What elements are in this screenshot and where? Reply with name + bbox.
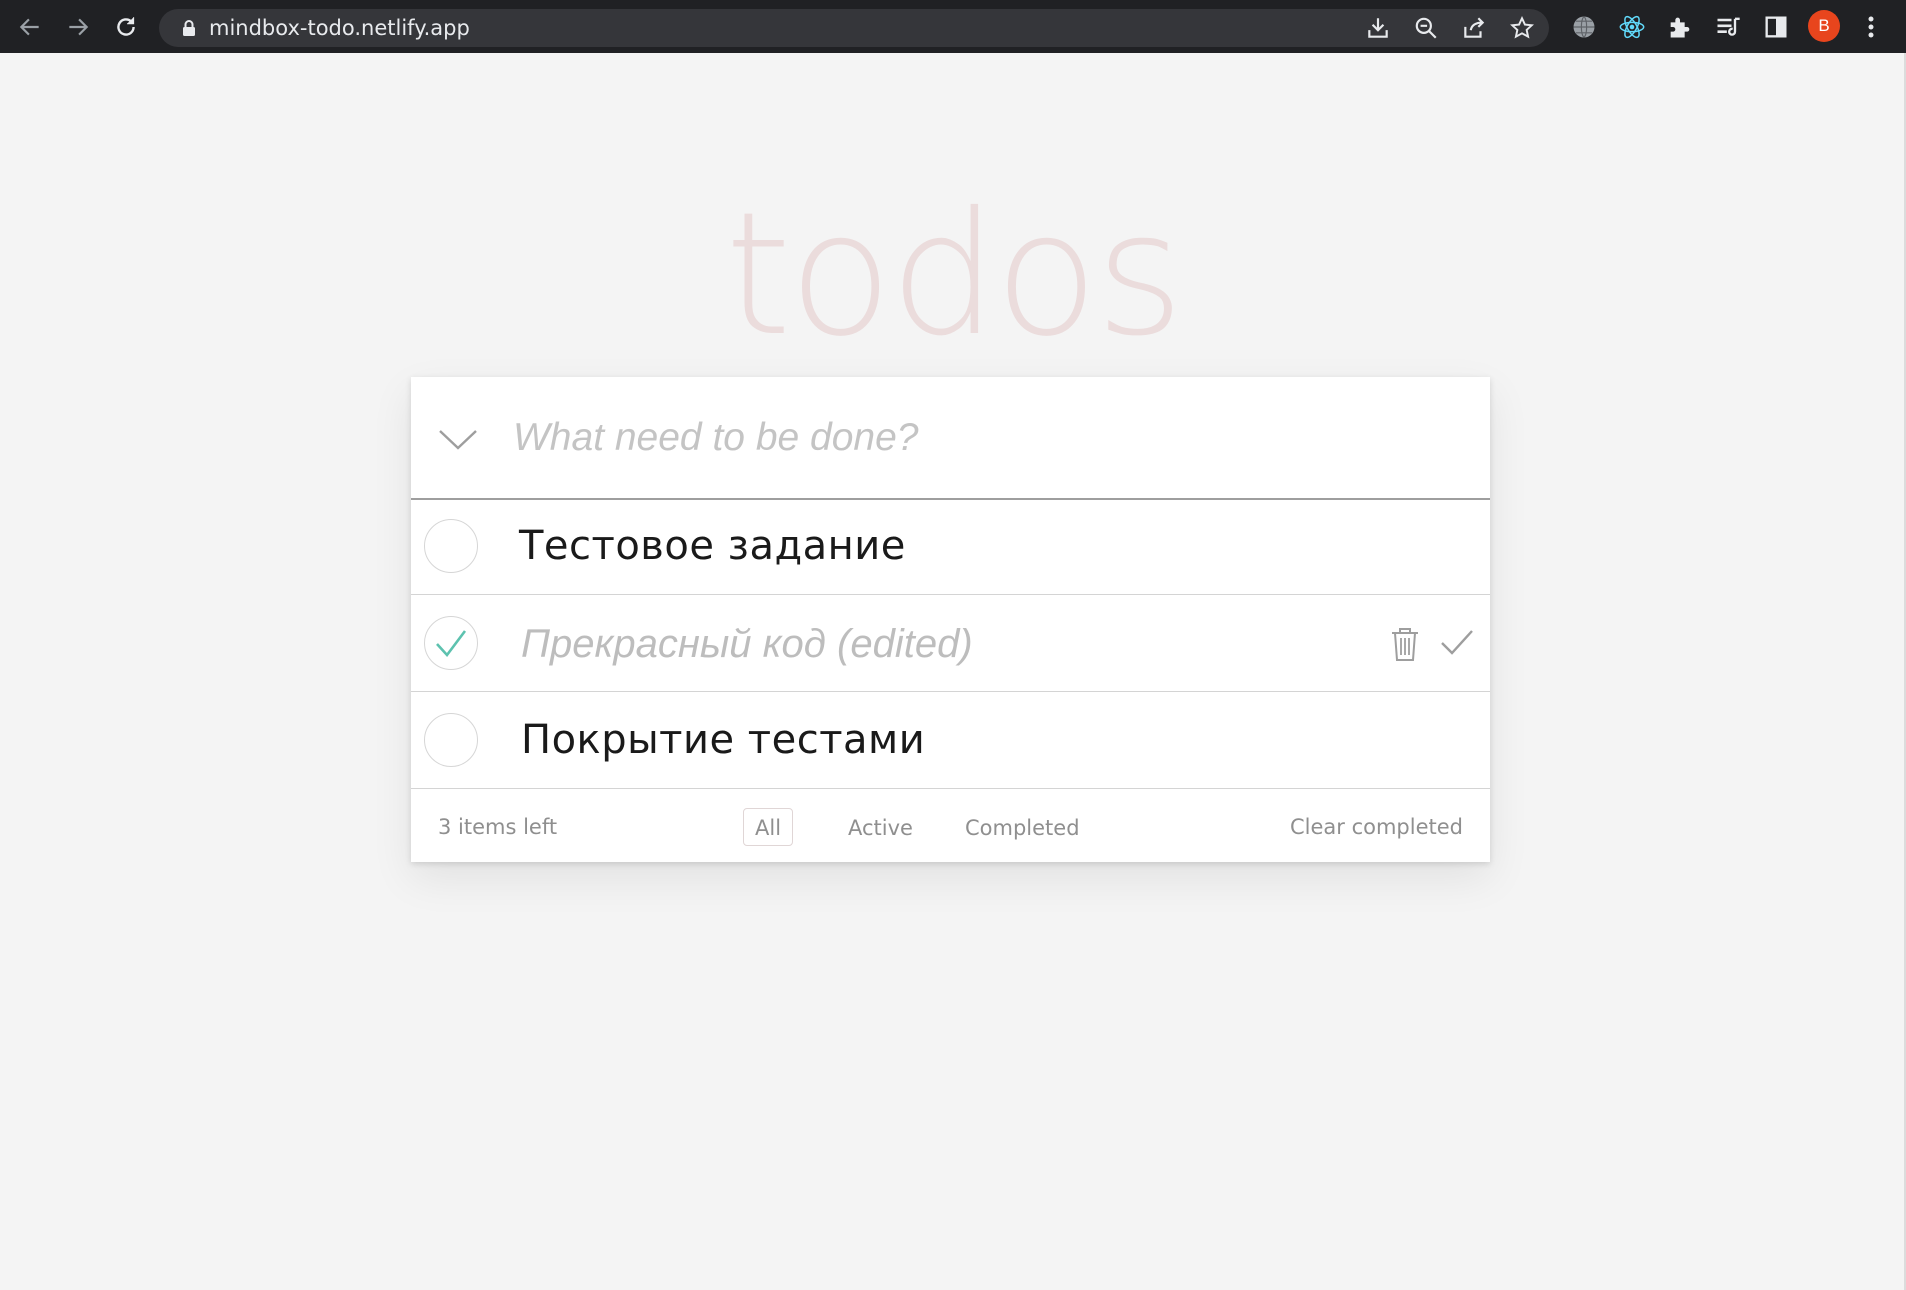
new-todo-input[interactable] xyxy=(511,405,1415,471)
trash-icon[interactable] xyxy=(1389,625,1421,663)
install-icon[interactable] xyxy=(1365,15,1391,41)
chevron-down-icon[interactable] xyxy=(437,418,479,460)
lock-icon xyxy=(183,20,195,36)
new-todo-row xyxy=(411,377,1490,500)
react-icon[interactable] xyxy=(1618,13,1646,41)
todo-item: Тестовое задание xyxy=(411,498,1490,595)
todo-toggle-checkbox[interactable] xyxy=(424,519,478,573)
more-vert-icon[interactable] xyxy=(1860,13,1882,41)
side-panel-icon[interactable] xyxy=(1762,13,1790,41)
back-button[interactable] xyxy=(6,0,54,53)
confirm-edit-icon[interactable] xyxy=(1439,625,1475,661)
url-text: mindbox-todo.netlify.app xyxy=(209,16,470,40)
todo-card: Тестовое задание Покрытие тестами 3 item… xyxy=(411,377,1490,862)
reading-list-icon[interactable] xyxy=(1714,13,1742,41)
zoom-out-icon[interactable] xyxy=(1413,15,1439,41)
forward-arrow-icon xyxy=(69,18,89,35)
todo-item: Покрытие тестами xyxy=(411,692,1490,789)
reload-button[interactable] xyxy=(102,0,150,53)
share-icon[interactable] xyxy=(1461,15,1487,41)
todo-edit-input[interactable] xyxy=(519,611,1323,677)
clear-completed-button[interactable]: Clear completed xyxy=(1290,793,1463,862)
check-icon xyxy=(436,630,467,658)
puzzle-icon[interactable] xyxy=(1666,13,1694,41)
todo-toggle-checkbox[interactable] xyxy=(424,713,478,767)
todo-label[interactable]: Тестовое задание xyxy=(519,498,906,594)
todo-label[interactable]: Покрытие тестами xyxy=(521,692,925,788)
items-left-count: 3 items left xyxy=(438,815,558,839)
filter-active[interactable]: Active xyxy=(836,808,925,846)
profile-avatar[interactable]: B xyxy=(1808,10,1840,42)
reload-icon xyxy=(117,16,135,36)
back-arrow-icon xyxy=(19,18,39,35)
todo-footer: 3 items left All Active Completed Clear … xyxy=(411,793,1490,862)
app-title: todos xyxy=(724,176,1184,374)
globe-icon[interactable] xyxy=(1570,13,1598,41)
filter-all[interactable]: All xyxy=(743,808,794,846)
browser-toolbar: mindbox-todo.netlify.app B xyxy=(0,0,1906,53)
address-bar[interactable]: mindbox-todo.netlify.app xyxy=(159,9,1549,47)
filter-completed[interactable]: Completed xyxy=(953,808,1092,846)
todo-toggle-checkbox[interactable] xyxy=(424,616,478,670)
todo-item-editing xyxy=(411,595,1490,692)
forward-button[interactable] xyxy=(54,0,102,53)
star-icon[interactable] xyxy=(1509,15,1535,41)
